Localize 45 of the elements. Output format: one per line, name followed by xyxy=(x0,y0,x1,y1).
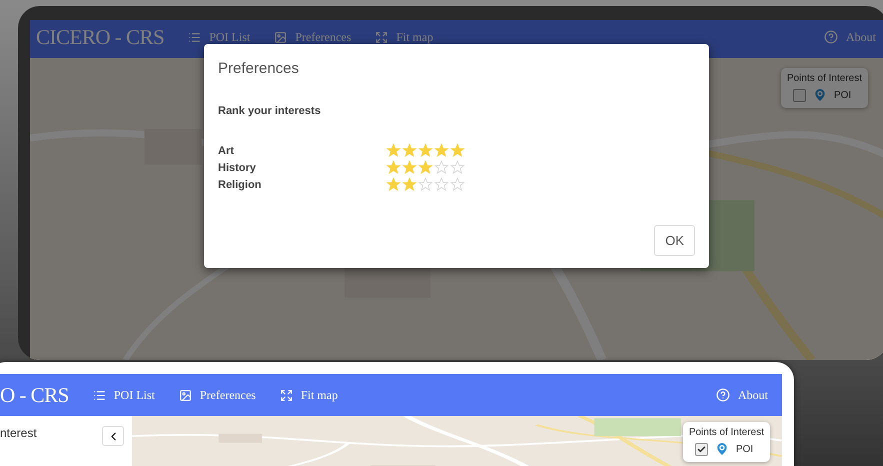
interest-label: Art xyxy=(218,144,235,156)
star-icon[interactable] xyxy=(450,160,465,175)
about-link[interactable]: About xyxy=(824,25,876,49)
app-logo[interactable]: O - CRS xyxy=(0,383,69,407)
dialog-title: Preferences xyxy=(218,60,300,77)
star-icon[interactable] xyxy=(386,143,401,158)
star-icon[interactable] xyxy=(402,160,417,175)
layer-control-title: Points of Interest xyxy=(786,73,862,84)
nav-link[interactable]: POI List xyxy=(188,25,250,49)
star-icon[interactable] xyxy=(386,160,401,175)
star-icon[interactable] xyxy=(402,143,417,158)
star-icon[interactable] xyxy=(418,160,433,175)
ok-button[interactable]: OK xyxy=(654,225,695,256)
star-icon[interactable] xyxy=(418,143,433,158)
interest-label: Religion xyxy=(218,178,262,190)
sidebar-title: nterest xyxy=(0,426,37,440)
star-icon[interactable] xyxy=(450,143,465,158)
star-icon[interactable] xyxy=(434,160,449,175)
layer-control-title: Points of Interest xyxy=(688,427,764,438)
star-icon[interactable] xyxy=(450,177,465,192)
help-icon xyxy=(824,30,838,44)
image-icon xyxy=(178,388,192,402)
nav-link[interactable]: Preferences xyxy=(274,25,352,49)
layer-label: POI xyxy=(736,444,754,454)
star-icon[interactable] xyxy=(418,177,433,192)
dialog-subtitle: Rank your interests xyxy=(218,105,322,117)
help-icon xyxy=(716,388,730,402)
checkbox[interactable] xyxy=(792,88,806,102)
collapse-button[interactable] xyxy=(102,426,124,446)
nav-link[interactable]: Fit map xyxy=(280,383,338,407)
about-link[interactable]: About xyxy=(716,383,768,407)
star-icon[interactable] xyxy=(434,177,449,192)
nav-link[interactable]: POI List xyxy=(92,383,155,407)
interest-label: History xyxy=(218,162,257,174)
layer-label: POI xyxy=(834,90,852,100)
nav-link[interactable]: Preferences xyxy=(178,383,256,407)
app-logo[interactable]: CICERO - CRS xyxy=(36,25,164,49)
star-icon[interactable] xyxy=(402,177,417,192)
expand-icon xyxy=(280,388,293,402)
checkbox[interactable] xyxy=(694,442,708,456)
star-icon[interactable] xyxy=(434,143,449,158)
check-icon xyxy=(696,444,706,454)
list-icon xyxy=(92,388,106,402)
nav-link[interactable]: Fit map xyxy=(375,25,434,49)
star-icon[interactable] xyxy=(386,177,401,192)
